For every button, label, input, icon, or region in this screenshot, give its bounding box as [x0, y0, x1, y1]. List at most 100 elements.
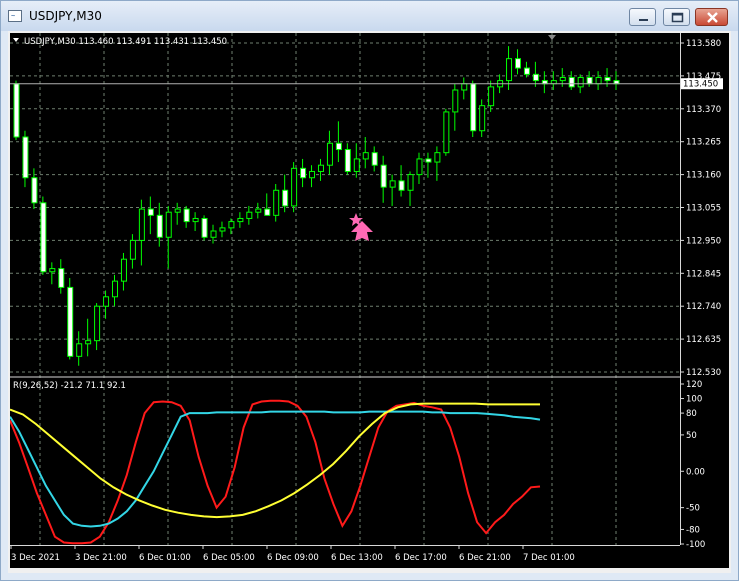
candle-body: [201, 217, 208, 238]
candle-body: [470, 83, 477, 132]
candle-body: [49, 268, 56, 273]
candle-body: [76, 343, 83, 357]
indicator-tick-label: 80: [686, 409, 697, 419]
chart-shift-icon[interactable]: [548, 35, 556, 40]
candle-body: [595, 76, 602, 85]
candle-body: [380, 164, 387, 188]
candle-body: [22, 136, 29, 179]
time-tick-label: 3 Dec 2021: [11, 553, 60, 563]
price-tick-label: 112.635: [686, 335, 721, 345]
candle-body: [514, 58, 521, 69]
indicator-lines: [9, 399, 541, 545]
candle-body: [165, 211, 172, 238]
close-icon: [707, 12, 718, 23]
candle-body: [317, 164, 324, 172]
price-tick-label: 113.370: [686, 105, 721, 115]
time-tick-label: 6 Dec 09:00: [267, 553, 319, 563]
candle-body: [40, 202, 47, 273]
candle-body: [264, 208, 271, 216]
time-tick-label: 6 Dec 17:00: [395, 553, 447, 563]
candle-body: [604, 76, 611, 82]
candle-body: [103, 296, 110, 307]
minimize-button[interactable]: [629, 8, 656, 26]
candle-body: [488, 86, 495, 107]
candle-body: [291, 167, 298, 207]
candle-body: [94, 305, 101, 342]
time-tick-label: 6 Dec 13:00: [331, 553, 383, 563]
indicator-tick-label: -100: [686, 540, 705, 550]
candle-body: [147, 208, 154, 216]
candle-body: [282, 189, 289, 207]
candles: [13, 46, 620, 366]
price-tick-label: 112.845: [686, 269, 721, 279]
time-tick-label: 7 Dec 01:00: [523, 553, 575, 563]
price-tick-label: 112.740: [686, 302, 721, 312]
candle-body: [443, 111, 450, 154]
price-tick-label: 113.580: [686, 39, 721, 49]
candle-body: [309, 170, 316, 179]
candle-body: [452, 89, 459, 113]
candle-body: [156, 214, 163, 238]
close-button[interactable]: [695, 8, 728, 26]
minimize-icon: [639, 19, 648, 21]
indicator-axis: 120 100 80 50 0.00 -50 -80 -100: [680, 380, 705, 550]
candle-body: [479, 105, 486, 132]
candle-body: [31, 177, 38, 204]
candle-body: [120, 258, 127, 282]
candle-body: [371, 152, 378, 166]
candle-body: [398, 180, 405, 191]
candle-body: [219, 227, 226, 232]
indicator-tick-label: 120: [686, 380, 702, 390]
maximize-button[interactable]: [663, 8, 690, 26]
candle-body: [344, 149, 351, 172]
title-bar[interactable]: ~ USDJPY,M30: [1, 1, 738, 31]
main-chart-header: USDJPY,M30 113.460 113.491 113.431 113.4…: [24, 37, 227, 47]
candle-body: [273, 189, 280, 216]
candle-body: [183, 208, 190, 223]
indicator-tick-label: 100: [686, 395, 702, 405]
candle-body: [559, 76, 566, 82]
indicator-tick-label: -50: [686, 504, 700, 514]
candle-body: [523, 67, 530, 75]
candle-body: [586, 76, 593, 85]
indicator-tick-label: 50: [686, 431, 697, 441]
candle-body: [407, 174, 414, 191]
indicator-tick-label: -80: [686, 525, 700, 535]
candle-body: [362, 152, 369, 160]
price-tick-label: 113.265: [686, 138, 721, 148]
time-axis: 3 Dec 2021 3 Dec 21:00 6 Dec 01:00 6 Dec 05…: [10, 545, 575, 563]
candle-body: [255, 208, 262, 213]
candle-body: [138, 208, 145, 241]
time-tick-label: 6 Dec 01:00: [139, 553, 191, 563]
candle-body: [246, 211, 253, 219]
candle-body: [228, 221, 235, 229]
indicator-header: R(9,26,52) -21.2 71.1 92.1: [13, 381, 126, 391]
candle-body: [129, 239, 136, 260]
price-tick-label: 113.055: [686, 204, 721, 214]
chart-area[interactable]: USDJPY,M30 113.460 113.491 113.431 113.4…: [9, 33, 729, 568]
price-tick-label: 113.160: [686, 171, 721, 181]
candle-body: [174, 208, 181, 213]
current-price-label: 113.450: [683, 80, 718, 90]
menu-triangle-icon[interactable]: [13, 38, 19, 42]
price-tick-label: 112.950: [686, 236, 721, 246]
time-tick-label: 6 Dec 05:00: [203, 553, 255, 563]
candle-body: [237, 217, 244, 223]
candle-body: [506, 58, 513, 82]
indicator-tick-label: 0.00: [686, 467, 705, 477]
candle-body: [577, 76, 584, 88]
time-tick-label: 6 Dec 21:00: [459, 553, 511, 563]
candle-body: [568, 76, 575, 88]
price-chart[interactable]: USDJPY,M30 113.460 113.491 113.431 113.4…: [9, 33, 729, 568]
candle-body: [192, 217, 199, 223]
candle-body: [13, 83, 20, 138]
maximize-icon: [671, 12, 684, 23]
time-tick-label: 3 Dec 21:00: [75, 553, 127, 563]
candle-body: [335, 142, 342, 151]
chart-grid: [10, 33, 680, 545]
candle-body: [389, 180, 396, 188]
indicator-line-fast: [9, 399, 541, 545]
price-tick-label: 112.530: [686, 368, 721, 378]
chart-window-icon: ~: [8, 10, 22, 22]
candle-body: [67, 286, 74, 357]
